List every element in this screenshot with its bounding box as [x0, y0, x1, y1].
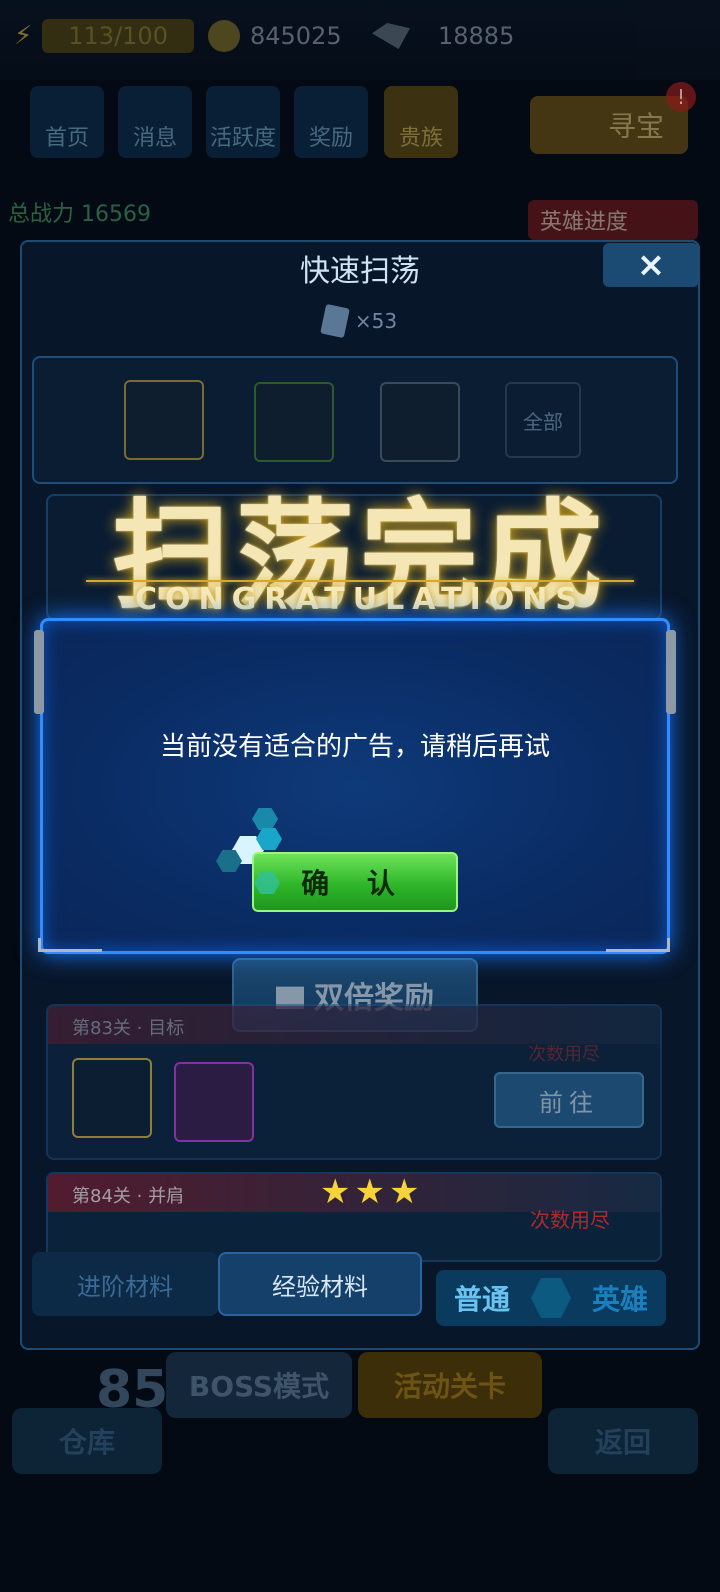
mode-normal[interactable]: 普通: [454, 1278, 510, 1318]
dialog-corner-br: [606, 938, 670, 952]
gold-resource: 845025: [208, 18, 342, 54]
stage-stars: ★ ★ ★: [320, 1172, 419, 1212]
stage-note: 次数用尽: [528, 1044, 600, 1065]
reward-item-slot[interactable]: [124, 380, 204, 460]
dialog-message: 当前没有适合的广告，请稍后再试: [159, 732, 550, 762]
treasure-badge: !: [666, 82, 696, 112]
congratulations-text: CONGRATULATIONS: [135, 582, 585, 617]
confirm-button[interactable]: 确 认: [252, 852, 458, 912]
filter-all-button[interactable]: 全部: [505, 382, 581, 458]
gem-value: 18885: [438, 22, 515, 50]
nav-rewards[interactable]: 奖励: [294, 86, 368, 158]
nav-activity[interactable]: 活跃度: [206, 86, 280, 158]
lightning-icon: ⚡: [14, 21, 33, 51]
nav-noble[interactable]: 贵族: [384, 86, 458, 158]
ticket-count: ×53: [354, 309, 398, 333]
stage-note: 次数用尽: [530, 1208, 610, 1232]
stage-header: 第83关 · 目标: [48, 1006, 660, 1044]
event-stage-button[interactable]: 活动关卡: [358, 1352, 542, 1418]
close-button[interactable]: ×: [603, 243, 699, 287]
gem-icon: [372, 23, 410, 49]
treasure-button[interactable]: 寻宝: [530, 96, 688, 154]
stage-reward-slot[interactable]: [72, 1058, 152, 1138]
coin-icon: [208, 20, 240, 52]
energy-value: 113/100: [42, 19, 194, 53]
gem-resource: 18885: [372, 18, 514, 54]
reward-item-slot[interactable]: [254, 382, 334, 462]
mode-hero[interactable]: 英雄: [592, 1278, 648, 1318]
mode-switch[interactable]: 普通 英雄: [436, 1270, 666, 1326]
energy-resource: ⚡ 113/100: [14, 18, 194, 54]
goto-button[interactable]: 前往: [494, 1072, 644, 1128]
nav-home[interactable]: 首页: [30, 86, 104, 158]
sweep-ticket: ×53: [0, 303, 720, 339]
close-icon: ×: [636, 245, 666, 285]
gold-value: 845025: [250, 22, 342, 50]
hero-progress-button[interactable]: 英雄进度: [528, 200, 698, 240]
star-icon: ★: [388, 1172, 420, 1212]
boss-mode-button[interactable]: BOSS模式: [166, 1352, 352, 1418]
dialog-right-bracket: [666, 630, 676, 714]
ticket-icon: [320, 303, 350, 339]
dialog-left-bracket: [34, 630, 44, 714]
dialog-corner-bl: [38, 938, 102, 952]
stage-reward-slot[interactable]: [174, 1062, 254, 1142]
tab-advanced-materials[interactable]: 进阶材料: [32, 1252, 218, 1316]
reward-item-slot[interactable]: [380, 382, 460, 462]
switch-icon: [531, 1278, 571, 1318]
resource-bar: ⚡ 113/100 845025 18885: [0, 0, 720, 80]
star-icon: ★: [354, 1172, 385, 1212]
tab-exp-materials[interactable]: 经验材料: [218, 1252, 422, 1316]
total-power: 总战力 16569: [8, 202, 152, 227]
back-button[interactable]: 返回: [548, 1408, 698, 1474]
warehouse-button[interactable]: 仓库: [12, 1408, 162, 1474]
nav-messages[interactable]: 消息: [118, 86, 192, 158]
star-icon: ★: [320, 1172, 351, 1212]
